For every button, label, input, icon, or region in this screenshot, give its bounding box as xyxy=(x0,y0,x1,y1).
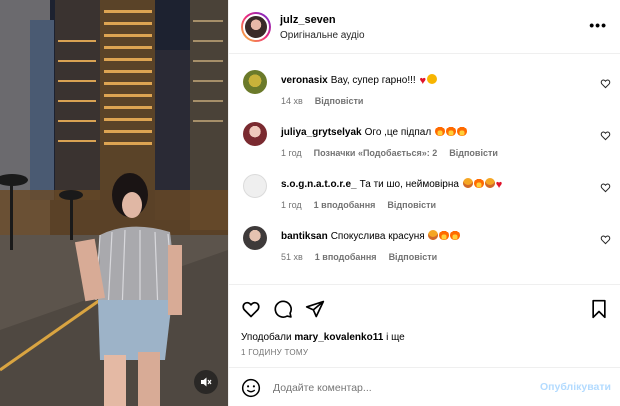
audio-label[interactable]: Оригінальне аудіо xyxy=(280,30,365,41)
post-header: julz_seven Оригінальне аудіо ••• xyxy=(229,0,620,54)
fire-emoji-icon xyxy=(439,230,450,240)
commenter-avatar[interactable] xyxy=(243,174,267,198)
like-comment-icon[interactable] xyxy=(600,182,611,193)
commenter-avatar[interactable] xyxy=(243,122,267,146)
grin-emoji-icon xyxy=(462,178,473,188)
post-panel: julz_seven Оригінальне аудіо ••• veronas… xyxy=(228,0,620,406)
post-comment-button[interactable]: Опублікувати xyxy=(540,381,611,393)
comment-time[interactable]: 1 год xyxy=(281,200,302,210)
comment-icon[interactable] xyxy=(273,299,293,319)
author-username[interactable]: julz_seven xyxy=(280,14,336,26)
mute-button[interactable] xyxy=(194,370,218,394)
reply-button[interactable]: Відповісти xyxy=(389,252,438,262)
post-timestamp[interactable]: 1 ГОДИНУ ТОМУ xyxy=(241,348,308,357)
comment-meta: 14 хв Відповісти xyxy=(281,96,375,106)
like-comment-icon[interactable] xyxy=(600,130,611,141)
comment-text: bantiksan Спокуслива красуня xyxy=(281,230,581,242)
author-avatar[interactable] xyxy=(241,12,271,42)
post-video[interactable] xyxy=(0,0,228,406)
comment-body: Вау, супер гарно!!! xyxy=(330,75,416,86)
share-icon[interactable] xyxy=(305,299,325,319)
comment-body: Спокуслива красуня xyxy=(330,231,425,242)
comment-likes-count[interactable]: 1 вподобання xyxy=(314,200,376,210)
commenter-avatar[interactable] xyxy=(243,226,267,250)
comment-meta: 51 хв 1 вподобання Відповісти xyxy=(281,252,449,262)
comment-text: s.o.g.n.a.t.o.r.e_ Та ти шо, неймовірна ♥ xyxy=(281,178,581,191)
comment-time[interactable]: 14 хв xyxy=(281,96,303,106)
comment-likes-count[interactable]: Позначки «Подобається»: 2 xyxy=(314,148,438,158)
more-options-icon[interactable]: ••• xyxy=(589,17,607,33)
speaker-muted-icon xyxy=(201,377,212,387)
smile-emoji-icon xyxy=(426,74,437,84)
comment-text: juliya_grytselyak Ого ,це підпал xyxy=(281,126,581,138)
comment-body: Та ти шо, неймовірна xyxy=(359,179,459,190)
action-bar xyxy=(229,284,620,332)
comment-input[interactable] xyxy=(273,378,523,398)
comment-meta: 1 год 1 вподобання Відповісти xyxy=(281,200,448,210)
fire-emoji-icon xyxy=(434,126,445,136)
like-comment-icon[interactable] xyxy=(600,78,611,89)
heart-emoji-icon: ♥ xyxy=(495,179,503,191)
commenter-username[interactable]: veronasix xyxy=(281,75,328,86)
comment-body: Ого ,це підпал xyxy=(364,127,432,138)
liked-by-user[interactable]: mary_kovalenko11 xyxy=(294,332,383,343)
fire-emoji-icon xyxy=(473,178,484,188)
comments-list: veronasix Вау, супер гарно!!! ♥ 14 хв Відпо… xyxy=(229,54,620,284)
emoji-picker-icon[interactable] xyxy=(241,378,261,398)
add-comment-bar: Опублікувати xyxy=(229,367,620,406)
likes-prefix: Уподобали xyxy=(241,332,292,343)
comment-likes-count[interactable]: 1 вподобання xyxy=(315,252,377,262)
reply-button[interactable]: Відповісти xyxy=(315,96,364,106)
comment-time[interactable]: 1 год xyxy=(281,148,302,158)
save-bookmark-icon[interactable] xyxy=(589,299,609,319)
likes-summary: Уподобали mary_kovalenko11 і ще xyxy=(241,332,405,343)
reply-button[interactable]: Відповісти xyxy=(387,200,436,210)
comment-time[interactable]: 51 хв xyxy=(281,252,303,262)
commenter-username[interactable]: bantiksan xyxy=(281,231,328,242)
fire-emoji-icon xyxy=(445,126,456,136)
comment-meta: 1 год Позначки «Подобається»: 2 Відповісти xyxy=(281,148,510,158)
like-heart-icon[interactable] xyxy=(241,299,261,319)
comment-text: veronasix Вау, супер гарно!!! ♥ xyxy=(281,74,581,87)
commenter-username[interactable]: juliya_grytselyak xyxy=(281,127,362,138)
heart-emoji-icon: ♥ xyxy=(419,75,426,87)
commenter-avatar[interactable] xyxy=(243,70,267,94)
reply-button[interactable]: Відповісти xyxy=(449,148,498,158)
video-frame xyxy=(0,0,228,406)
like-comment-icon[interactable] xyxy=(600,234,611,245)
likes-suffix[interactable]: і ще xyxy=(386,332,405,343)
fire-emoji-icon xyxy=(450,230,461,240)
fire-emoji-icon xyxy=(456,126,467,136)
grin-emoji-icon xyxy=(484,178,495,188)
commenter-username[interactable]: s.o.g.n.a.t.o.r.e_ xyxy=(281,179,357,190)
grin-emoji-icon xyxy=(428,230,439,240)
